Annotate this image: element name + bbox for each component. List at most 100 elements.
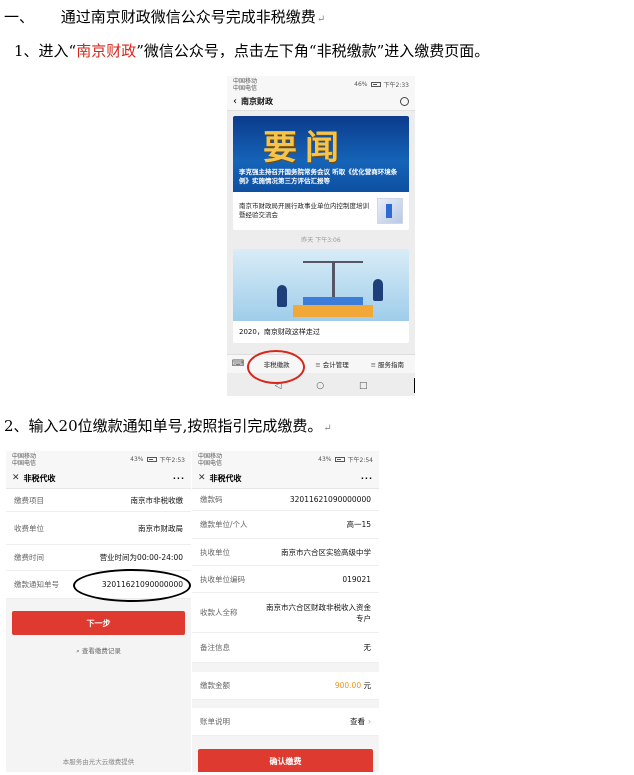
step-2-text: 2、输入20位缴款通知单号,按照指引完成缴费。↵ xyxy=(4,415,332,436)
banner-headline: 要闻 xyxy=(263,128,347,168)
keyboard-icon[interactable]: ⌨ xyxy=(227,359,249,369)
screenshot-wechat-account: 中国移动 中国电信 46% 下午2:33 ‹ 南京财政 要闻 李克强主持召开国务院常… xyxy=(227,76,415,396)
row-label: 缴款通知单号 xyxy=(14,580,59,589)
menu-icon: ≡ xyxy=(370,361,377,369)
battery-percent: 46% xyxy=(354,81,368,88)
news-title: 2020，南京财政这样走过 xyxy=(239,328,320,336)
detail-row: 收款人全称 南京市六合区财政非税收入资金专户 xyxy=(192,593,379,633)
form-row: 缴费项目 南京市非税收缴 xyxy=(6,489,191,512)
section-heading: 一、 通过南京财政微信公众号完成非税缴费↵ xyxy=(4,6,325,27)
row-value: 无 xyxy=(363,643,372,652)
menu-accounting[interactable]: ≡ 会计管理 xyxy=(304,359,359,369)
step-1-pre: 1、进入“ xyxy=(14,42,77,60)
page-title: 非税代收 xyxy=(23,473,56,483)
news-sub-item[interactable]: 南京市财政局开展行政事业单位内控制度培训暨经验交流会 xyxy=(233,192,409,230)
highlight-oval xyxy=(247,350,305,384)
detail-row: 缴款码 32011621090000000 xyxy=(192,489,379,511)
row-label: 执收单位 xyxy=(200,547,230,557)
more-icon[interactable]: ··· xyxy=(361,474,373,483)
step-2-label: 2、输入20位缴款通知单号,按照指引完成缴费。 xyxy=(4,417,323,435)
battery-percent: 43% xyxy=(318,456,332,463)
news-card-1[interactable]: 要闻 李克强主持召开国务院常务会议 听取《优化营商环境条例》实施情况第三方评估汇… xyxy=(233,116,409,230)
menu-label: 会计管理 xyxy=(322,361,349,369)
form-row: 收费单位 南京市财政局 xyxy=(6,512,191,545)
row-label: 备注信息 xyxy=(200,643,230,652)
menu-icon: ≡ xyxy=(315,361,321,369)
news-illustration xyxy=(233,249,409,321)
step-1-highlight: 南京财政 xyxy=(76,42,137,60)
history-label: 查看缴费记录 xyxy=(81,647,121,655)
step-1-post: ”微信公众号，点击左下角“非税缴款”进入缴费页面。 xyxy=(136,42,490,60)
status-time: 下午2:54 xyxy=(347,457,373,464)
service-footer: 本服务由光大云缴费提供 xyxy=(62,758,135,766)
battery-percent: 43% xyxy=(130,456,144,463)
account-header: ‹ 南京财政 xyxy=(227,93,415,111)
profile-icon[interactable] xyxy=(400,97,409,106)
carrier-label: 中国移动 xyxy=(198,452,223,460)
more-icon[interactable]: ··· xyxy=(173,474,185,483)
amount-row: 缴款金额 900.00 元 xyxy=(192,672,379,700)
detail-row: 缴款单位/个人 高一15 xyxy=(192,511,379,539)
screenshot-payment-confirm: 中国移动 中国电信 43% 下午2:54 ✕ 非税代收 ··· 缴款码 320116… xyxy=(192,451,379,772)
row-label: 账单说明 xyxy=(200,717,230,726)
carrier-label: 中国电信 xyxy=(12,459,37,467)
paragraph-mark: ↵ xyxy=(323,423,332,434)
close-icon[interactable]: ✕ xyxy=(12,473,20,483)
row-value: 南京市财政局 xyxy=(138,523,183,533)
status-time: 下午2:53 xyxy=(159,457,185,464)
detail-row: 执收单位 南京市六合区实验高级中学 xyxy=(192,539,379,566)
nav-recents-icon[interactable]: □ xyxy=(359,381,368,391)
carrier-label: 中国电信 xyxy=(198,459,223,467)
status-bar: 中国移动 中国电信 43% 下午2:54 xyxy=(192,451,379,468)
bill-row[interactable]: 账单说明 查看 › xyxy=(192,708,379,736)
row-value: 南京市六合区财政非税收入资金专户 xyxy=(266,602,371,623)
menu-guide[interactable]: ≡ 服务指南 xyxy=(360,359,415,369)
section-title: 通过南京财政微信公众号完成非税缴费 xyxy=(60,8,316,26)
row-label: 收款人全称 xyxy=(200,608,238,617)
carrier-label: 中国移动 xyxy=(12,452,37,460)
history-link[interactable]: ⌕ 查看缴费记录 xyxy=(6,645,191,656)
row-label: 缴费时间 xyxy=(14,553,44,562)
news-banner: 要闻 李克强主持召开国务院常务会议 听取《优化营商环境条例》实施情况第三方评估汇… xyxy=(233,116,409,192)
text-cursor xyxy=(414,378,415,393)
screenshot-payment-input: 中国移动 中国电信 43% 下午2:53 ✕ 非税代收 ··· 缴费项目 南京市非税… xyxy=(6,451,191,772)
row-label: 缴费项目 xyxy=(14,495,44,505)
battery-icon xyxy=(370,82,381,87)
nav-home-icon[interactable]: ○ xyxy=(316,381,324,391)
detail-row: 备注信息 无 xyxy=(192,633,379,663)
amount-value: 900.00 xyxy=(334,681,362,690)
row-value: 营业时间为00:00-24:00 xyxy=(99,553,183,562)
highlight-oval xyxy=(73,569,191,602)
page-title: 非税代收 xyxy=(209,473,242,483)
news-thumbnail xyxy=(377,198,403,224)
page-header: ✕ 非税代收 ··· xyxy=(192,468,379,489)
row-value: 高一15 xyxy=(346,520,371,529)
amount-unit: 元 xyxy=(363,681,372,690)
close-icon[interactable]: ✕ xyxy=(198,473,206,483)
page-header: ✕ 非税代收 ··· xyxy=(6,468,191,489)
chevron-right-icon: › xyxy=(368,717,371,726)
news-sub-title: 南京市财政局开展行政事业单位内控制度培训暨经验交流会 xyxy=(239,202,369,219)
banner-caption: 李克强主持召开国务院常务会议 听取《优化营商环境条例》实施情况第三方评估汇报等 xyxy=(239,168,398,185)
confirm-payment-button[interactable]: 确认缴费 xyxy=(198,749,373,772)
status-time: 下午2:33 xyxy=(383,82,409,89)
section-number: 一、 xyxy=(4,8,35,26)
row-label: 缴款码 xyxy=(200,495,223,504)
detail-row: 执收单位编码 019021 xyxy=(192,566,379,593)
bill-view-link[interactable]: 查看 xyxy=(350,717,365,726)
status-bar: 中国移动 中国电信 43% 下午2:53 xyxy=(6,451,191,468)
news-card-2[interactable]: 2020，南京财政这样走过 xyxy=(233,249,409,343)
carrier-label: 中国电信 xyxy=(233,84,258,92)
paragraph-mark: ↵ xyxy=(316,14,326,25)
row-value: 019021 xyxy=(342,574,371,584)
back-icon[interactable]: ‹ xyxy=(233,96,237,107)
battery-icon xyxy=(334,457,345,462)
battery-icon xyxy=(146,457,157,462)
status-bar: 中国移动 中国电信 46% 下午2:33 xyxy=(227,76,415,93)
account-title: 南京财政 xyxy=(241,97,273,106)
row-value: 32011621090000000 xyxy=(289,495,371,504)
row-value: 南京市非税收缴 xyxy=(130,495,184,505)
next-button[interactable]: 下一步 xyxy=(12,611,185,635)
row-label: 收费单位 xyxy=(14,523,44,533)
step-1-text: 1、进入“南京财政”微信公众号，点击左下角“非税缴款”进入缴费页面。 xyxy=(14,40,489,61)
